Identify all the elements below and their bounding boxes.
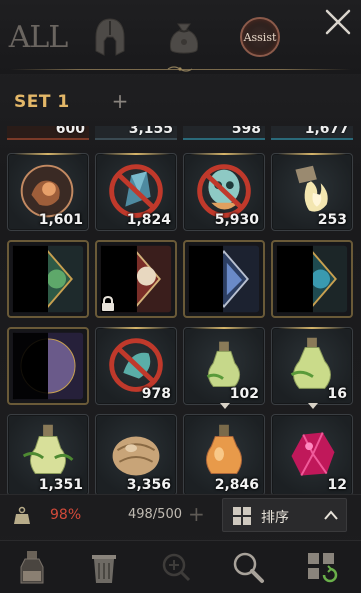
zoom-in-icon[interactable]	[158, 549, 194, 587]
item-count: 102	[229, 386, 259, 402]
slot-count: 498/500	[127, 507, 182, 522]
search-icon[interactable]	[230, 549, 266, 587]
potion-bottle-icon[interactable]	[14, 549, 50, 587]
tab-equipment[interactable]	[88, 14, 132, 60]
lock-icon	[102, 296, 114, 311]
sort-dropdown[interactable]: 排序	[222, 498, 347, 532]
expand-slots-button[interactable]: +	[188, 503, 206, 525]
item-count: 3,155	[128, 126, 173, 137]
inventory-slot[interactable]: 1,677	[271, 126, 353, 140]
item-count: 253	[317, 212, 347, 228]
item-count: 1,824	[126, 212, 171, 228]
inventory-slot[interactable]: 253	[271, 153, 353, 231]
inventory-grid[interactable]: 600 3,155 598 1,677 1,601 1,824 5,930 25…	[0, 126, 361, 494]
pointer-marker	[308, 403, 318, 409]
inventory-slot[interactable]: 978	[95, 327, 177, 405]
set-row: SET 1 +	[0, 78, 361, 128]
assist-badge: Assist	[240, 17, 280, 57]
add-set-button[interactable]: +	[111, 88, 129, 114]
inventory-slot[interactable]: 598	[183, 126, 265, 140]
inventory-slot[interactable]	[7, 240, 89, 318]
helmet-icon	[95, 18, 125, 56]
previous-row-partial: 600 3,155 598 1,677	[0, 126, 361, 142]
inventory-slot[interactable]: 1,601	[7, 153, 89, 231]
item-count: 1,677	[304, 126, 349, 137]
weight-icon	[14, 506, 30, 524]
status-bar: 98% 498/500 + 排序	[0, 494, 361, 536]
pouch-icon	[169, 23, 199, 54]
item-count: 16	[327, 386, 347, 402]
tab-all[interactable]: ALL	[9, 14, 69, 60]
inventory-slot[interactable]	[95, 240, 177, 318]
inventory-slot[interactable]	[271, 240, 353, 318]
tab-consumables[interactable]	[162, 14, 206, 60]
item-count: 5,930	[214, 212, 259, 228]
category-tabs: ALL Assist	[0, 0, 361, 74]
inventory-slot[interactable]: 102	[183, 327, 265, 409]
inventory-window: ALL Assist SET 1 + 600 3,155 598 1,677 1…	[0, 0, 361, 593]
weight-percentage: 98%	[50, 507, 82, 523]
item-count: 1,351	[38, 477, 83, 493]
inventory-slot[interactable]: 12	[271, 414, 353, 494]
bottom-toolbar	[0, 540, 361, 593]
inventory-slot[interactable]: 1,824	[95, 153, 177, 231]
trash-can-icon[interactable]	[86, 549, 122, 587]
set-label[interactable]: SET 1	[14, 92, 70, 112]
inventory-slot[interactable]: 2,846	[183, 414, 265, 494]
inventory-slot[interactable]: 3,356	[95, 414, 177, 494]
purple-emblem-icon	[12, 332, 84, 400]
tabs-divider	[0, 66, 361, 72]
item-count: 12	[327, 477, 347, 493]
item-count: 2,846	[214, 477, 259, 493]
teal-emblem-icon	[276, 245, 348, 313]
item-count: 600	[55, 126, 85, 137]
inventory-slot[interactable]: 16	[271, 327, 353, 409]
inventory-slot[interactable]: 5,930	[183, 153, 265, 231]
item-count: 1,601	[38, 212, 83, 228]
inventory-slot[interactable]: 600	[7, 126, 89, 140]
sort-label: 排序	[261, 510, 289, 526]
inventory-slot[interactable]: 1,351	[7, 414, 89, 494]
close-icon[interactable]	[322, 6, 354, 38]
inventory-slot[interactable]	[7, 327, 89, 405]
item-count: 978	[141, 386, 171, 402]
grid-icon	[233, 507, 251, 525]
pointer-marker	[220, 403, 230, 409]
tab-assist[interactable]: Assist	[238, 14, 282, 60]
inventory-slot[interactable]	[183, 240, 265, 318]
item-count: 598	[231, 126, 261, 137]
green-emblem-icon	[12, 245, 84, 313]
inventory-slot[interactable]: 3,155	[95, 126, 177, 140]
grid-refresh-icon[interactable]	[304, 549, 340, 587]
blue-emblem-icon	[188, 245, 260, 313]
chevron-up-icon	[324, 510, 338, 520]
item-count: 3,356	[126, 477, 171, 493]
